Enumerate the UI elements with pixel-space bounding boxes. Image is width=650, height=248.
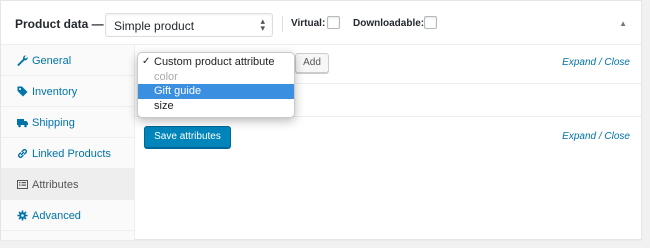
product-type-select[interactable]: Simple product ▴ ▾: [105, 13, 273, 37]
option-label: size: [154, 99, 174, 112]
product-data-panel: Product data — Simple product ▴ ▾ Virtual…: [0, 0, 642, 240]
tag-icon: [17, 86, 28, 97]
gear-icon: [17, 210, 28, 221]
tab-linked-products[interactable]: Linked Products: [1, 138, 134, 169]
tab-linked-products-label: Linked Products: [32, 148, 111, 160]
product-type-value: Simple product: [114, 19, 195, 33]
virtual-checkbox[interactable]: [327, 16, 340, 29]
option-color: color: [138, 70, 294, 85]
option-gift-guide[interactable]: Gift guide: [138, 84, 294, 99]
collapse-arrow-icon[interactable]: ▲: [619, 19, 627, 28]
tab-inventory-label: Inventory: [32, 86, 78, 98]
product-data-tabs: General Inventory Shipping Linked Produc…: [1, 45, 135, 240]
product-data-header: Product data — Simple product ▴ ▾ Virtual…: [1, 1, 641, 45]
downloadable-checkbox[interactable]: [424, 16, 437, 29]
tab-shipping-label: Shipping: [32, 117, 75, 129]
virtual-label: Virtual:: [291, 18, 326, 29]
tab-attributes-label: Attributes: [32, 179, 79, 191]
option-label: Gift guide: [154, 85, 202, 97]
tab-inventory[interactable]: Inventory: [1, 76, 134, 107]
save-attributes-button[interactable]: Save attributes: [144, 126, 231, 148]
expand-close-link-top[interactable]: Expand / Close: [562, 57, 630, 68]
option-custom-product-attribute[interactable]: ✓ Custom product attribute: [138, 55, 294, 70]
select-arrows-icon: ▴ ▾: [260, 16, 265, 33]
downloadable-label: Downloadable:: [353, 18, 425, 29]
list-icon: [17, 179, 28, 190]
option-label: Custom product attribute: [154, 56, 275, 68]
panel-title: Product data —: [15, 17, 104, 31]
tab-shipping[interactable]: Shipping: [1, 107, 134, 138]
attribute-taxonomy-dropdown[interactable]: ✓ Custom product attribute color Gift gu…: [137, 52, 295, 118]
add-attribute-button[interactable]: Add: [295, 53, 329, 73]
tab-general-label: General: [32, 55, 72, 67]
header-divider: [282, 16, 283, 32]
tab-attributes[interactable]: Attributes: [1, 169, 134, 200]
truck-icon: [17, 117, 28, 128]
expand-close-link-bottom[interactable]: Expand / Close: [562, 131, 630, 142]
link-icon: [17, 148, 28, 159]
tab-advanced[interactable]: Advanced: [1, 200, 134, 231]
wrench-icon: [17, 55, 28, 66]
checkmark-icon: ✓: [142, 56, 151, 67]
tab-general[interactable]: General: [1, 45, 134, 76]
tab-advanced-label: Advanced: [32, 210, 81, 222]
option-label: color: [154, 70, 178, 83]
option-size[interactable]: size: [138, 99, 294, 114]
